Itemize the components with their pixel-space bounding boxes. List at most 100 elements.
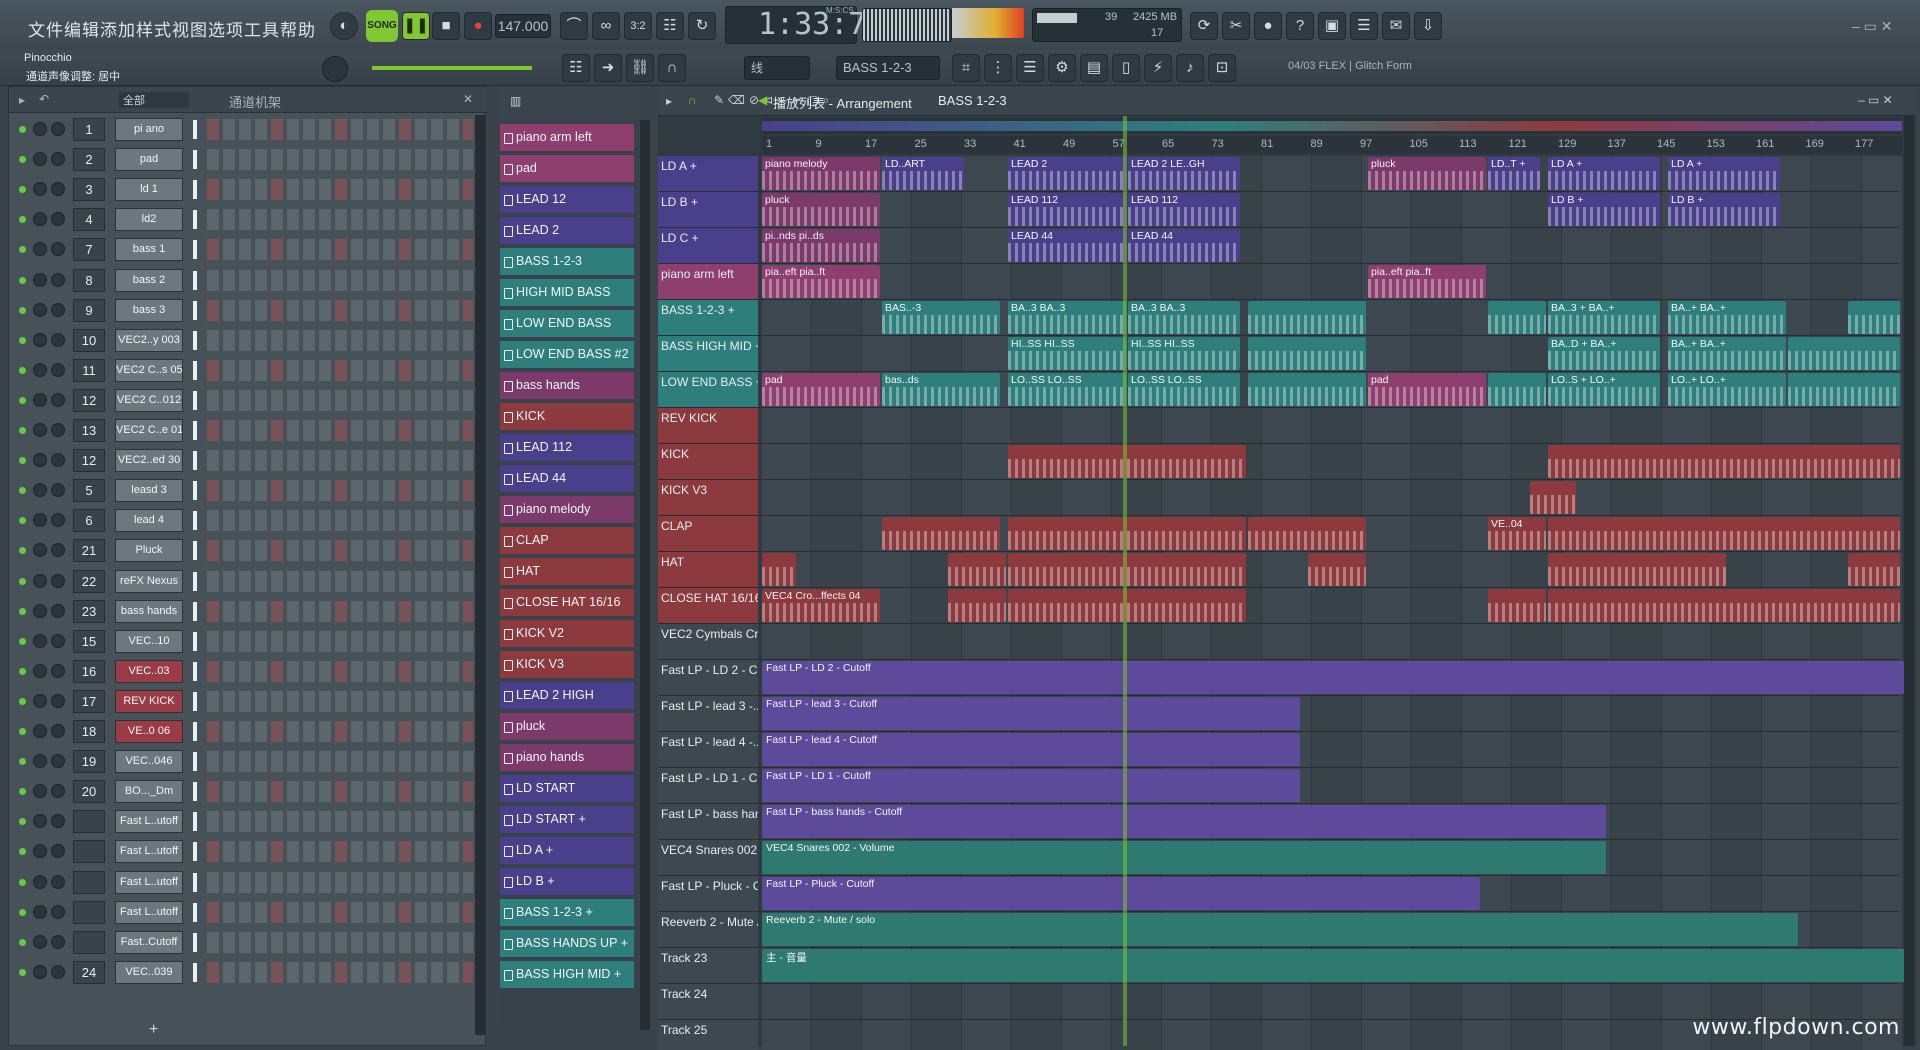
channel-name-button[interactable]: Fast..Cutoff xyxy=(115,930,183,954)
pattern-clip[interactable] xyxy=(948,589,1006,622)
channel-select-bar[interactable] xyxy=(193,631,197,651)
song-mode-button[interactable]: SONG xyxy=(366,10,398,42)
channel-name-button[interactable]: Fast L..utoff xyxy=(115,900,183,924)
mixer-track-number[interactable]: 4 xyxy=(73,208,105,232)
channel-led[interactable] xyxy=(19,818,26,826)
channel-select-bar[interactable] xyxy=(193,601,197,621)
step-sequencer[interactable] xyxy=(207,901,473,923)
pattern-item[interactable]: KICK V3 xyxy=(500,651,634,678)
channel-name-button[interactable]: VE..0 06 xyxy=(115,720,183,743)
volume-knob[interactable] xyxy=(51,543,65,558)
pattern-clip[interactable]: BA..+ BA..+ xyxy=(1668,337,1786,370)
pan-knob[interactable] xyxy=(33,814,47,829)
pattern-clip[interactable]: BA..3 + BA..+ xyxy=(1548,301,1660,334)
pattern-item[interactable]: BASS 1-2-3 xyxy=(500,248,634,275)
pattern-clip[interactable] xyxy=(1530,481,1576,514)
step-edit-icon[interactable]: ☷ xyxy=(656,12,684,40)
download-icon[interactable]: ⇩ xyxy=(1414,12,1442,40)
channel-name-button[interactable]: VEC2 C..e 01 xyxy=(115,419,183,442)
automation-clip[interactable]: Fast LP - lead 4 - Cutoff xyxy=(762,733,1300,766)
channel-led[interactable] xyxy=(19,758,26,766)
track-lane[interactable] xyxy=(762,480,1902,515)
automation-track[interactable]: Fast LP - lead 4 -... Fast LP - lead 4 - … xyxy=(658,732,1902,768)
track-lane[interactable] xyxy=(762,624,1902,659)
automation-clip[interactable]: Fast LP - Pluck - Cutoff xyxy=(762,877,1480,910)
channel-select-bar[interactable] xyxy=(193,752,197,772)
step-sequencer[interactable] xyxy=(207,510,473,532)
channel-name-button[interactable]: bass hands xyxy=(115,599,183,623)
channel-led[interactable] xyxy=(19,547,26,555)
channel-name-button[interactable]: VEC..03 xyxy=(115,659,183,683)
mixer-track-number[interactable] xyxy=(73,870,105,894)
automation-track[interactable]: Reeverb 2 - Mute /...Reeverb 2 - Mute / … xyxy=(658,912,1902,948)
pattern-item[interactable]: LD B + xyxy=(500,868,634,895)
pattern-item[interactable]: LOW END BASS xyxy=(500,310,634,337)
pattern-clip[interactable] xyxy=(1308,553,1366,586)
playlist-track[interactable]: piano arm left pia..eft pia..ft pia..eft p… xyxy=(658,264,1902,300)
pattern-item[interactable]: LEAD 44 xyxy=(500,465,634,492)
automation-clip[interactable]: 主 - 音量 xyxy=(762,949,1906,982)
stop-button[interactable]: ■ xyxy=(432,12,460,40)
channel-led[interactable] xyxy=(19,908,26,916)
channel-row[interactable]: 1 pi ano xyxy=(9,115,479,145)
pattern-clip[interactable]: LEAD 2 LE..GH xyxy=(1128,157,1240,190)
channel-led[interactable] xyxy=(19,427,26,434)
pattern-clip[interactable] xyxy=(1248,517,1366,550)
channel-row[interactable]: 13 VEC2 C..e 01 xyxy=(9,416,479,446)
pattern-clip[interactable]: VEC4 Cro...ffects 04 xyxy=(762,589,880,622)
channel-led[interactable] xyxy=(19,848,26,856)
volume-knob[interactable] xyxy=(51,754,65,769)
track-lane[interactable] xyxy=(762,408,1902,443)
channel-name-button[interactable]: REV KICK xyxy=(115,689,183,713)
channel-led[interactable] xyxy=(19,637,26,645)
mixer-track-number[interactable]: 5 xyxy=(73,479,105,503)
pan-knob[interactable] xyxy=(33,784,47,799)
pan-knob[interactable] xyxy=(33,693,47,708)
pattern-clip[interactable] xyxy=(1248,301,1366,334)
channel-name-button[interactable]: VEC..046 xyxy=(115,750,183,774)
volume-knob[interactable] xyxy=(51,874,65,889)
pattern-clip[interactable]: BA..3 BA..3 xyxy=(1008,301,1126,334)
rack-menu-icon[interactable]: ▸ xyxy=(19,93,25,107)
mixer-track-number[interactable]: 7 xyxy=(73,238,105,262)
volume-knob[interactable] xyxy=(51,392,65,407)
track-lane[interactable]: VEC4 Snares 002 - Volume xyxy=(762,840,1902,875)
pattern-clip[interactable] xyxy=(1788,337,1900,370)
track-lane[interactable]: BAS..-3 BA..3 BA..3 BA..3 BA..3 BA..3 + BA.… xyxy=(762,300,1902,335)
pattern-view-icon[interactable]: ▥ xyxy=(510,94,521,108)
track-lane[interactable]: Fast LP - lead 4 - Cutoff xyxy=(762,732,1902,767)
pattern-clip[interactable]: piano melody xyxy=(762,157,880,190)
pattern-clip[interactable]: LD A + xyxy=(1548,157,1660,190)
track-lane[interactable]: Fast LP - lead 3 - Cutoff xyxy=(762,696,1902,731)
pattern-clip[interactable] xyxy=(948,553,1006,586)
track-label[interactable]: Fast LP - lead 3 -... xyxy=(658,696,758,731)
pan-knob[interactable] xyxy=(33,212,47,227)
channel-led[interactable] xyxy=(19,216,26,224)
news-ticker[interactable]: 04/03 FLEX | Glitch Form xyxy=(1288,60,1412,72)
volume-knob[interactable] xyxy=(51,483,65,498)
pattern-item[interactable]: CLOSE HAT 16/16 xyxy=(500,589,634,616)
automation-track[interactable]: Fast LP - Pluck - C...Fast LP - Pluck - … xyxy=(658,876,1902,912)
rack-filter-select[interactable]: 全部 xyxy=(119,92,189,108)
step-sequencer[interactable] xyxy=(207,269,473,291)
volume-knob[interactable] xyxy=(51,182,65,197)
channel-row[interactable]: 22 reFX Nexus xyxy=(9,567,479,597)
automation-track[interactable]: Fast LP - lead 3 -... Fast LP - lead 3 - … xyxy=(658,696,1902,732)
channel-select-bar[interactable] xyxy=(193,962,197,982)
playlist-scrollbar[interactable] xyxy=(1904,116,1914,1046)
track-label[interactable]: BASS HIGH MID + xyxy=(658,336,758,371)
channel-select-bar[interactable] xyxy=(193,812,197,832)
metronome-icon[interactable]: ⌒ xyxy=(560,12,588,40)
channel-led[interactable] xyxy=(19,938,26,946)
mixer-track-number[interactable] xyxy=(73,810,105,834)
track-label[interactable]: Track 23 xyxy=(658,948,758,983)
channel-name-button[interactable]: pi ano xyxy=(115,118,183,141)
mixer-track-number[interactable]: 11 xyxy=(73,358,105,382)
track-label[interactable]: Track 24 xyxy=(658,984,758,1019)
pattern-clip[interactable] xyxy=(1848,553,1900,586)
pattern-clip[interactable] xyxy=(1008,553,1246,586)
pattern-clip[interactable] xyxy=(1008,589,1246,622)
pattern-item[interactable]: BASS HANDS UP + xyxy=(500,930,634,957)
automation-track[interactable]: VEC4 Snares 002 -...VEC4 Snares 002 - Vo… xyxy=(658,840,1902,876)
track-label[interactable]: LD B + xyxy=(658,192,758,227)
